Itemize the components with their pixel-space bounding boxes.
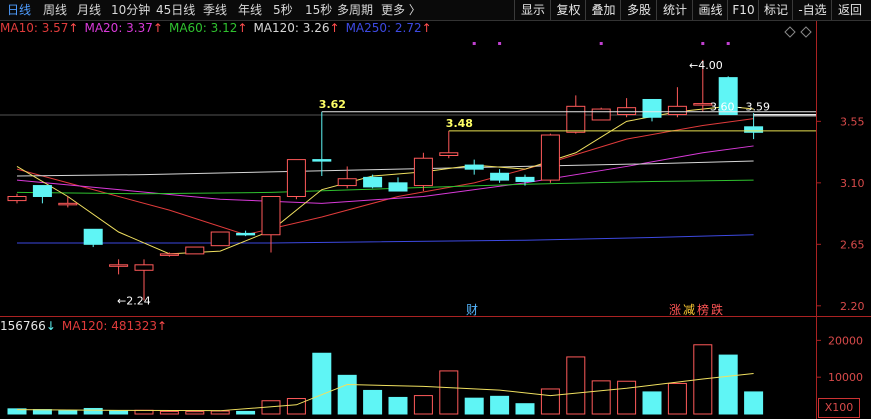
volume-bar (744, 391, 764, 415)
finance-badge[interactable]: 财 (466, 301, 478, 318)
volume-bar (388, 396, 408, 415)
signal-dot (472, 42, 476, 45)
signal-dot (498, 42, 502, 45)
candle-body (566, 105, 586, 133)
ma-line-ma5 (16, 105, 754, 255)
candle-body (667, 105, 687, 116)
signal-dot (599, 42, 603, 45)
candle-body (413, 157, 433, 187)
volume-bar (185, 411, 205, 415)
volume-bar (312, 352, 332, 415)
volume-bar (58, 410, 78, 415)
candle-body (642, 98, 662, 118)
level-label-3-48: 3.48 (446, 117, 473, 130)
volume-bar (413, 395, 433, 415)
candle-body (312, 159, 332, 162)
range-label: 3.60 - 3.59 (710, 101, 770, 114)
candle-body (515, 176, 535, 182)
volume-bar (490, 395, 510, 415)
volume-bar (566, 356, 586, 415)
candle-body (617, 107, 637, 116)
high-price-label: ←4.00 (689, 59, 723, 72)
candle-body (32, 185, 52, 197)
price-axis-label: 3.55 (840, 115, 865, 128)
candle-body (337, 178, 357, 187)
candle-body (109, 264, 129, 267)
candle-body (591, 108, 611, 121)
candle-body (185, 246, 205, 255)
volume-bar (159, 410, 179, 415)
volume-bar (591, 380, 611, 415)
signal-dot (701, 42, 705, 45)
ma-line-ma10 (16, 118, 754, 236)
signal-badge-2[interactable]: 榜 (696, 303, 710, 317)
volume-bar (642, 391, 662, 415)
price-axis-label: 3.10 (840, 177, 865, 190)
volume-bar (363, 389, 383, 415)
signal-badges[interactable]: 涨减榜跌 (668, 301, 724, 318)
candle-body (363, 176, 383, 188)
level-label-3-62: 3.62 (319, 98, 346, 111)
candle-body (286, 159, 306, 197)
candle-body (7, 195, 27, 202)
low-price-label: ←2.24 (117, 294, 151, 307)
signal-badge-1[interactable]: 减 (682, 303, 696, 317)
volume-legend: 156766↓ MA120: 481323↑ (0, 319, 173, 333)
candle-body (134, 264, 154, 271)
candle-body (439, 152, 459, 157)
candle-body (388, 182, 408, 192)
diamond-icon (784, 26, 796, 38)
signal-badge-3[interactable]: 跌 (710, 303, 724, 317)
candle-body (490, 172, 510, 181)
volume-bar (210, 410, 230, 415)
candle-body (744, 126, 764, 133)
candle-body (159, 253, 179, 256)
kline-chart[interactable]: 3.55 3.10 2.65 2.20 20000 10000 3.62 3.48 3.60 -… (0, 0, 871, 419)
diamond-icon (800, 26, 812, 38)
volume-bar (439, 370, 459, 415)
candle-body (540, 134, 560, 181)
volume-unit-badge: X100 (818, 398, 860, 418)
volume-bar (667, 382, 687, 415)
volume-legend-item-0: 156766↓ (0, 319, 56, 333)
volume-bar (617, 380, 637, 415)
volume-bar (718, 354, 738, 415)
candle-body (83, 228, 103, 245)
volume-legend-item-1: MA120: 481323↑ (61, 319, 168, 333)
signal-dot (726, 42, 730, 45)
volume-bar (286, 398, 306, 415)
volume-bar (83, 407, 103, 415)
price-axis-label: 2.65 (840, 238, 865, 251)
volume-axis-label: 20000 (828, 334, 863, 347)
candle-body (261, 195, 281, 236)
ma-line-ma60 (16, 179, 754, 195)
volume-bar (540, 388, 560, 415)
candle-body (464, 164, 484, 170)
up-arrow-icon: ↑ (157, 319, 168, 333)
volume-bar (109, 410, 129, 415)
volume-axis-label: 10000 (828, 371, 863, 384)
candle-body (210, 231, 230, 247)
volume-bar (464, 397, 484, 415)
candle-body (236, 232, 256, 236)
volume-bar (515, 403, 535, 415)
price-axis-label: 2.20 (840, 300, 865, 313)
volume-bar (236, 410, 256, 415)
signal-badge-0[interactable]: 涨 (668, 303, 682, 317)
candle-body (58, 202, 78, 206)
volume-bar (337, 374, 357, 415)
down-arrow-icon: ↓ (45, 319, 56, 333)
